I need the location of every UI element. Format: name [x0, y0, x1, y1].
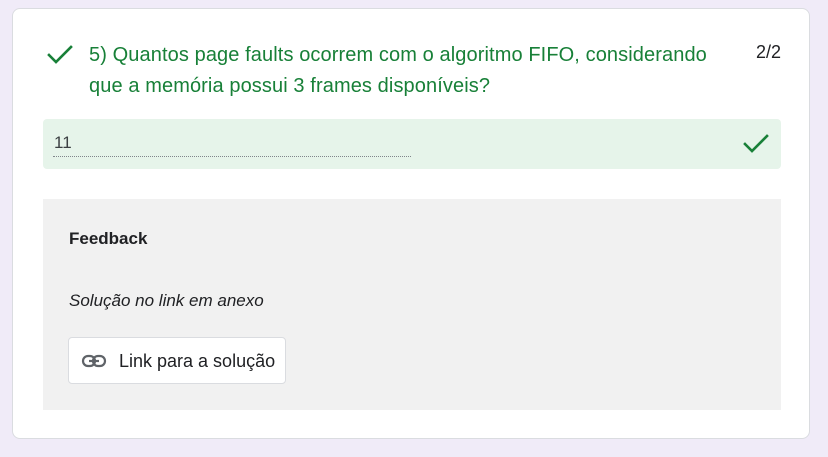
feedback-panel: Feedback Solução no link em anexo Link p… — [43, 199, 781, 410]
check-icon — [743, 134, 769, 153]
answer-value: 11 — [54, 133, 72, 152]
feedback-heading: Feedback — [69, 229, 148, 248]
link-icon — [81, 354, 107, 368]
question-card: 5) Quantos page faults ocorrem com o alg… — [12, 8, 810, 439]
answer-box: 11 — [43, 119, 781, 169]
feedback-text: Solução no link em anexo — [69, 291, 264, 310]
check-icon — [47, 45, 73, 64]
question-title: 5) Quantos page faults ocorrem com o alg… — [89, 44, 707, 97]
solution-link-button[interactable]: Link para a solução — [68, 337, 286, 384]
question-score: 2/2 — [755, 42, 781, 62]
solution-link-label: Link para a solução — [119, 351, 276, 371]
answer-underline — [53, 156, 411, 157]
